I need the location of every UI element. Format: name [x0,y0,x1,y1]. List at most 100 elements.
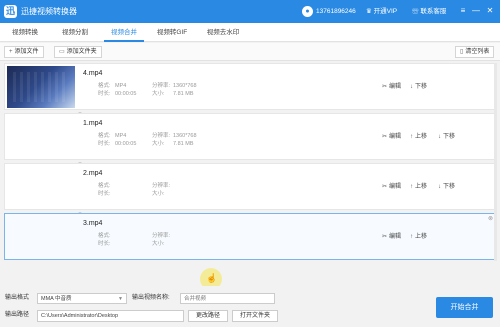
vip-crown-icon: ♛ [366,8,372,15]
down-label: 下移 [443,134,456,140]
list-item[interactable]: 1.mp4 格式: 时长: MP4 00:00:05 分辨率: 大小: 1360… [4,113,496,160]
file-list: 4.mp4 格式: 时长: MP4 00:00:05 分辨率: 大小: 1360… [4,63,496,290]
tab-video-split[interactable]: 视频分割 [56,23,94,42]
list-item[interactable]: 3.mp4 格式: 时长: 分辨率: 大小: ✂ 编辑 ↑ 上移 ⊗ [4,213,496,260]
move-down-button[interactable]: ↓ 下移 [438,133,455,141]
list-item[interactable]: 4.mp4 格式: 时长: MP4 00:00:05 分辨率: 大小: 1360… [4,63,496,110]
arrow-down-icon: ↓ [438,184,441,190]
move-up-button[interactable]: ↑ 上移 [410,183,427,191]
resolution-value: 1360*768 [173,133,197,139]
duration-label: 时长: [98,191,111,197]
plus-icon: + [9,49,13,55]
move-up-button[interactable]: ↑ 上移 [410,133,427,141]
add-folder-button[interactable]: ▭ 添加文件夹 [54,46,102,58]
remove-item-icon[interactable]: ⊗ [488,215,493,222]
up-label: 上移 [415,184,428,190]
tab-remove-watermark[interactable]: 视频去水印 [200,23,246,42]
menu-icon[interactable]: ≡ [458,5,468,17]
vip-button[interactable]: ♛ 开通VIP [366,6,397,17]
up-label: 上移 [415,134,428,140]
output-format-label: 输出格式 [5,295,30,301]
add-file-button[interactable]: + 添加文件 [4,46,44,58]
user-phone[interactable]: 13761896246 [316,6,356,17]
resolution-label: 分辨率: [152,83,171,89]
move-down-button[interactable]: ↓ 下移 [410,83,427,91]
tab-video-convert[interactable]: 视频转换 [6,23,44,42]
vip-label: 开通VIP [373,8,398,15]
video-thumbnail [7,216,75,258]
resolution-label: 分辨率: [152,133,171,139]
size-label: 大小: [152,141,165,147]
add-file-label: 添加文件 [14,49,39,55]
edit-button[interactable]: ✂ 编辑 [382,233,401,241]
file-name: 2.mp4 [83,170,103,177]
resolution-label: 分辨率: [152,183,171,189]
format-value: MP4 [115,83,127,89]
output-name-input[interactable]: 合并视频 [180,293,275,304]
scissors-icon: ✂ [382,234,388,240]
app-logo-icon: 迅 [4,5,17,18]
headset-icon: ☏ [412,8,419,15]
file-name: 1.mp4 [83,120,103,127]
format-value: MP4 [115,133,127,139]
output-settings: 输出格式 MMA 中音质 ▼ 输出视频名称: 合并视频 输出路径 C:\User… [0,286,500,327]
down-label: 下移 [443,184,456,190]
tab-bar: 视频转换 视频分割 视频合并 视频转GIF 视频去水印 [0,23,500,42]
add-folder-label: 添加文件夹 [66,49,97,55]
size-value: 7.81 MB [173,141,194,147]
tab-video-gif[interactable]: 视频转GIF [152,23,192,42]
arrow-up-icon: ↑ [410,134,413,140]
scissors-icon: ✂ [382,184,388,190]
output-format-value: MMA 中音质 [41,296,72,302]
output-path-label: 输出路径 [5,312,30,318]
change-path-button[interactable]: 更改路径 [188,310,228,322]
edit-button[interactable]: ✂ 编辑 [382,133,401,141]
arrow-up-icon: ↑ [410,184,413,190]
resolution-value: 1360*768 [173,83,197,89]
folder-icon: ▭ [59,49,65,55]
chevron-down-icon: ▼ [118,296,123,302]
video-thumbnail [7,166,75,208]
size-label: 大小: [152,241,165,247]
up-label: 上移 [415,234,428,240]
file-name: 4.mp4 [83,70,103,77]
start-merge-button[interactable]: 开始合并 [436,297,493,318]
tab-video-merge[interactable]: 视频合并 [104,23,144,42]
format-label: 格式: [98,183,111,189]
open-folder-button[interactable]: 打开文件夹 [232,310,278,322]
list-item[interactable]: 2.mp4 格式: 时长: 分辨率: 大小: ✂ 编辑 ↑ 上移 ↓ 下移 [4,163,496,210]
service-button[interactable]: ☏ 联系客服 [412,6,446,17]
size-value: 7.81 MB [173,91,194,97]
clear-list-label: 清空列表 [465,49,490,55]
down-label: 下移 [415,84,428,90]
move-down-button[interactable]: ↓ 下移 [438,183,455,191]
arrow-down-icon: ↓ [438,134,441,140]
edit-button[interactable]: ✂ 编辑 [382,183,401,191]
list-scrollbar[interactable] [494,63,497,261]
size-label: 大小: [152,191,165,197]
edit-label: 编辑 [389,84,402,90]
resolution-label: 分辨率: [152,233,171,239]
edit-button[interactable]: ✂ 编辑 [382,83,401,91]
user-avatar-icon[interactable]: ● [302,6,313,17]
duration-label: 时长: [98,241,111,247]
output-name-label: 输出视频名称: [132,295,170,301]
output-format-select[interactable]: MMA 中音质 ▼ [37,293,127,304]
edit-label: 编辑 [389,184,402,190]
arrow-up-icon: ↑ [410,234,413,240]
minimize-button[interactable]: — [471,5,481,17]
clear-list-button[interactable]: ▯ 清空列表 [455,46,495,58]
hand-cursor-icon: ☝ [206,273,218,283]
format-label: 格式: [98,83,111,89]
toolbar: + 添加文件 ▭ 添加文件夹 ▯ 清空列表 [0,43,500,61]
app-title: 迅捷视频转换器 [21,7,77,16]
output-path-input[interactable]: C:\Users\Administrator\Desktop [37,310,184,322]
close-button[interactable]: ✕ [485,5,495,17]
duration-value: 00:00:05 [115,91,137,97]
move-up-button[interactable]: ↑ 上移 [410,233,427,241]
video-thumbnail [7,116,75,158]
format-label: 格式: [98,233,111,239]
service-label: 联系客服 [420,8,447,15]
trash-icon: ▯ [460,49,464,55]
video-thumbnail [7,66,75,108]
